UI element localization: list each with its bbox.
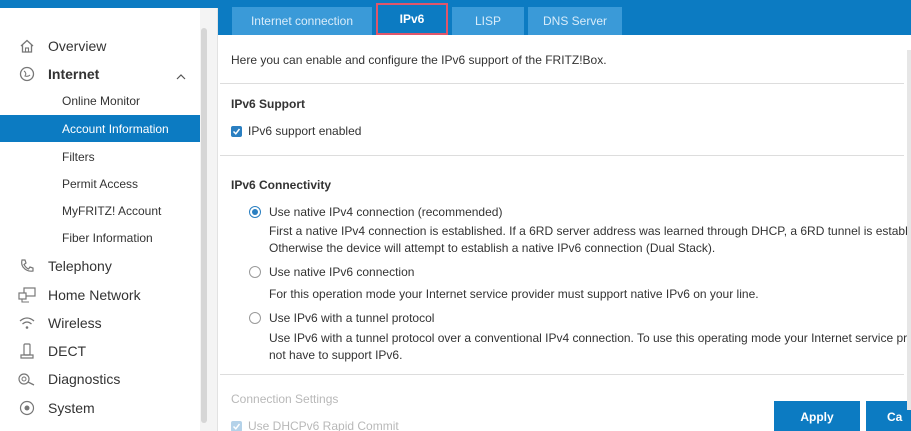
sidebar-item-telephony[interactable]: Telephony	[0, 252, 200, 280]
sidebar-item-filters[interactable]: Filters	[0, 143, 200, 170]
section-title-connection-settings: Connection Settings	[231, 392, 339, 406]
sidebar-menu: Overview Internet Online Monitor Account…	[0, 8, 200, 431]
sidebar-item-label: Diagnostics	[48, 371, 121, 387]
checkbox-checked-icon	[231, 420, 242, 431]
sidebar-item-label: Filters	[62, 149, 95, 164]
section-title-ipv6-support: IPv6 Support	[231, 97, 306, 111]
radio-label: Use native IPv4 connection (recommended)	[269, 205, 503, 219]
main-content: Here you can enable and configure the IP…	[220, 35, 911, 431]
sidebar-item-label: System	[48, 400, 95, 416]
sidebar-item-system[interactable]: System	[0, 394, 200, 422]
cancel-button[interactable]: Ca	[866, 401, 911, 431]
system-icon	[18, 399, 36, 417]
tab-label: IPv6	[399, 12, 425, 26]
sidebar-item-permit-access[interactable]: Permit Access	[0, 170, 200, 197]
sidebar-item-diagnostics[interactable]: Diagnostics	[0, 365, 200, 393]
ipv6-support-checkbox[interactable]: IPv6 support enabled	[231, 124, 361, 138]
divider	[220, 83, 904, 84]
tab-label: Internet connection	[250, 14, 354, 28]
sidebar-item-internet[interactable]: Internet	[0, 60, 200, 88]
network-icon	[18, 286, 36, 304]
option-description: First a native IPv4 connection is establ…	[269, 223, 911, 257]
radio-native-ipv4[interactable]: Use native IPv4 connection (recommended)	[249, 205, 502, 219]
sidebar-item-home-network[interactable]: Home Network	[0, 281, 200, 309]
wifi-icon	[18, 314, 36, 332]
tab-label: DNS Server	[542, 14, 607, 28]
sidebar-item-label: DECT	[48, 343, 87, 359]
sidebar-top-bar	[0, 0, 218, 8]
content-scrollbar[interactable]	[907, 50, 911, 410]
sidebar-item-label: Wireless	[48, 315, 102, 331]
divider	[220, 374, 904, 375]
radio-unselected-icon	[249, 312, 261, 324]
sidebar-item-myfritz-account[interactable]: MyFRITZ! Account	[0, 197, 200, 224]
sidebar-item-label: Telephony	[48, 258, 112, 274]
description-line: not have to support IPv6.	[269, 348, 403, 362]
dhcpv6-rapid-commit-checkbox[interactable]: Use DHCPv6 Rapid Commit	[231, 419, 399, 431]
tab-ipv6[interactable]: IPv6	[376, 3, 448, 35]
tab-label: LISP	[474, 14, 501, 28]
radio-selected-icon	[249, 206, 261, 218]
description-line: Use IPv6 with a tunnel protocol over a c…	[269, 331, 911, 345]
divider	[220, 155, 904, 156]
sidebar-item-label: Permit Access	[62, 176, 139, 191]
option-description: For this operation mode your Internet se…	[269, 286, 909, 303]
page-intro: Here you can enable and configure the IP…	[231, 53, 607, 67]
sidebar-item-label: Online Monitor	[62, 93, 141, 108]
sidebar-item-label: Home Network	[48, 287, 141, 303]
apply-button[interactable]: Apply	[774, 401, 860, 431]
sidebar-item-online-monitor[interactable]: Online Monitor	[0, 87, 200, 114]
checkbox-label: IPv6 support enabled	[248, 124, 362, 138]
radio-label: Use native IPv6 connection	[269, 265, 415, 279]
sidebar-item-label: Account Information	[62, 121, 169, 136]
checkbox-label: Use DHCPv6 Rapid Commit	[248, 419, 399, 431]
sidebar-item-overview[interactable]: Overview	[0, 32, 200, 60]
section-title-ipv6-connectivity: IPv6 Connectivity	[231, 178, 332, 192]
radio-tunnel-protocol[interactable]: Use IPv6 with a tunnel protocol	[249, 311, 434, 325]
radio-label: Use IPv6 with a tunnel protocol	[269, 311, 435, 325]
chevron-up-icon[interactable]	[176, 68, 186, 84]
description-line: Otherwise the device will attempt to est…	[269, 241, 716, 255]
diagnostics-icon	[18, 370, 36, 388]
sidebar-item-fiber-information[interactable]: Fiber Information	[0, 224, 200, 251]
radio-native-ipv6[interactable]: Use native IPv6 connection	[249, 265, 414, 279]
checkbox-checked-icon	[231, 125, 242, 137]
sidebar: Overview Internet Online Monitor Account…	[0, 0, 218, 431]
home-icon	[18, 37, 36, 55]
phone-icon	[18, 257, 36, 275]
sidebar-scrollbar[interactable]	[201, 28, 207, 423]
globe-icon	[18, 65, 36, 83]
tab-internet-connection[interactable]: Internet connection	[232, 7, 372, 35]
tab-lisp[interactable]: LISP	[452, 7, 524, 35]
radio-unselected-icon	[249, 266, 261, 278]
sidebar-item-label: Internet	[48, 66, 100, 82]
sidebar-item-label: Overview	[48, 38, 107, 54]
sidebar-item-account-information[interactable]: Account Information	[0, 115, 200, 142]
sidebar-item-label: MyFRITZ! Account	[62, 203, 162, 218]
option-description: Use IPv6 with a tunnel protocol over a c…	[269, 330, 911, 364]
description-line: First a native IPv4 connection is establ…	[269, 224, 911, 238]
tab-bar: Internet connection IPv6 LISP DNS Server	[218, 0, 911, 35]
description-line: For this operation mode your Internet se…	[269, 287, 759, 301]
sidebar-item-wireless[interactable]: Wireless	[0, 309, 200, 337]
dect-icon	[18, 342, 36, 360]
sidebar-item-dect[interactable]: DECT	[0, 337, 200, 365]
tab-dns-server[interactable]: DNS Server	[528, 7, 622, 35]
sidebar-item-label: Fiber Information	[62, 230, 153, 245]
